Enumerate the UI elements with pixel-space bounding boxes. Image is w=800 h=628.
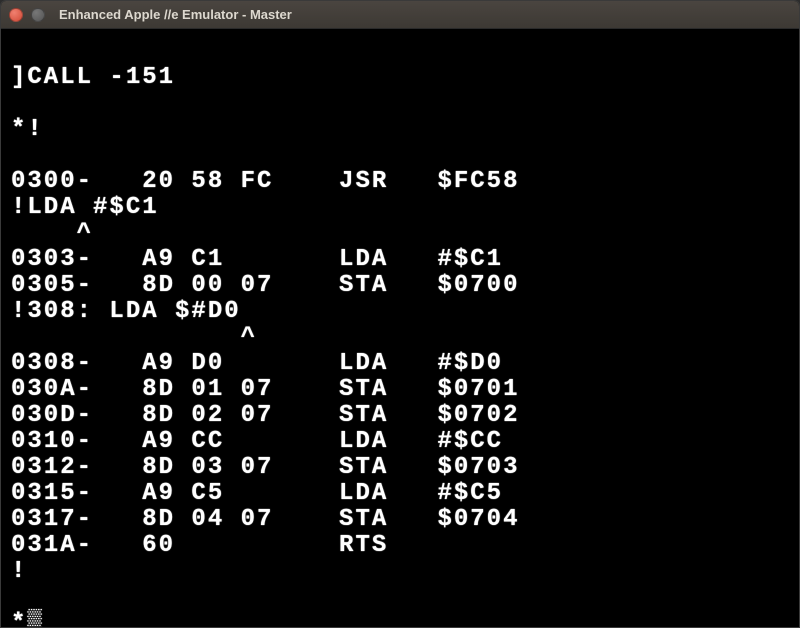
- terminal-line: 030A- 8D 01 07 STA $0701: [11, 377, 789, 403]
- terminal-line: 0303- A9 C1 LDA #$C1: [11, 247, 789, 273]
- close-icon[interactable]: [9, 8, 23, 22]
- minimize-icon[interactable]: [31, 8, 45, 22]
- terminal-line: !LDA #$C1: [11, 195, 789, 221]
- terminal-line: 0317- 8D 04 07 STA $0704: [11, 507, 789, 533]
- terminal-line: 030D- 8D 02 07 STA $0702: [11, 403, 789, 429]
- terminal-line: [11, 143, 789, 169]
- terminal-line: 0300- 20 58 FC JSR $FC58: [11, 169, 789, 195]
- prompt-char: *: [11, 610, 27, 627]
- terminal-line: 0308- A9 D0 LDA #$D0: [11, 351, 789, 377]
- terminal-prompt-line[interactable]: *▒: [11, 611, 789, 627]
- titlebar[interactable]: Enhanced Apple //e Emulator - Master: [1, 1, 799, 29]
- terminal-line: *!: [11, 117, 789, 143]
- terminal-line: 0305- 8D 00 07 STA $0700: [11, 273, 789, 299]
- app-window: Enhanced Apple //e Emulator - Master ]CA…: [0, 0, 800, 628]
- terminal-line: ^: [11, 325, 789, 351]
- terminal-line: ]CALL -151: [11, 65, 789, 91]
- terminal-line: !308: LDA $#D0: [11, 299, 789, 325]
- emulator-screen[interactable]: ]CALL -151 *! 0300- 20 58 FC JSR $FC58!L…: [1, 29, 799, 627]
- cursor: ▒: [27, 610, 43, 627]
- terminal-line: [11, 91, 789, 117]
- terminal-line: !: [11, 559, 789, 585]
- terminal-line: 0315- A9 C5 LDA #$C5: [11, 481, 789, 507]
- terminal-line: ^: [11, 221, 789, 247]
- terminal-line: 031A- 60 RTS: [11, 533, 789, 559]
- terminal-line: 0310- A9 CC LDA #$CC: [11, 429, 789, 455]
- terminal-line: 0312- 8D 03 07 STA $0703: [11, 455, 789, 481]
- window-title: Enhanced Apple //e Emulator - Master: [59, 7, 292, 22]
- terminal-line: [11, 585, 789, 611]
